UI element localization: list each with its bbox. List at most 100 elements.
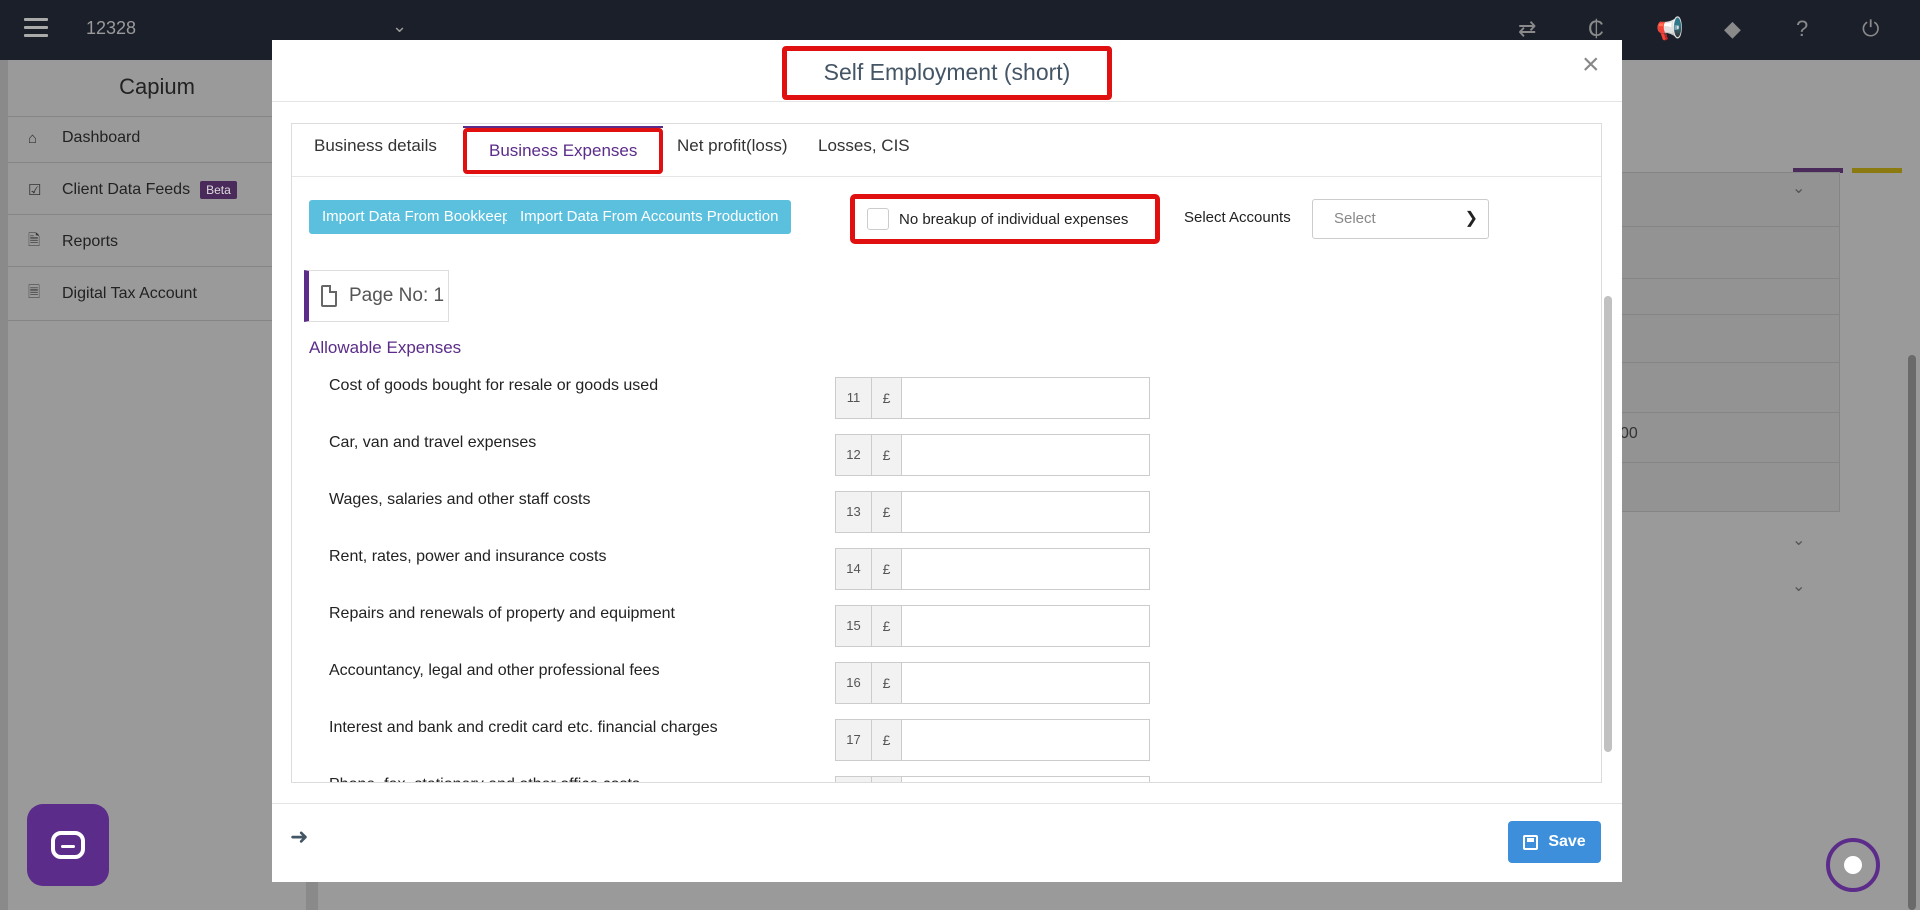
sidebar-item-dashboard[interactable]: ⌂ Dashboard [28,118,140,158]
support-widget-icon[interactable] [1826,838,1880,892]
page-number-badge: Page No: 1 [304,270,449,322]
capium-icon[interactable]: ₵ [1588,16,1604,42]
home-icon: ⌂ [28,129,38,147]
select-accounts-label: Select Accounts [1184,209,1291,226]
sidebar-item-client-data-feeds[interactable]: ☑ Client Data Feeds Beta [28,170,237,210]
save-label: Save [1548,833,1586,850]
tabs-container: Business details Business Expenses Net p… [291,123,1612,783]
expense-label: Car, van and travel expenses [329,434,537,451]
document-icon: 🗎 [28,231,41,249]
currency-symbol: £ [871,491,902,533]
currency-symbol: £ [871,377,902,419]
expense-label: Interest and bank and credit card etc. f… [329,719,718,736]
business-expenses-panel: Import Data From Bookkeeping Import Data… [292,176,1601,782]
divider [8,320,306,321]
page-scrollbar[interactable] [1908,355,1916,910]
expense-row: Rent, rates, power and insurance costs 14… [292,548,1292,590]
box-number: 14 [835,548,872,590]
select-placeholder: Select [1334,210,1376,227]
close-icon[interactable]: × [1582,48,1600,82]
select-accounts-dropdown[interactable]: Select ❯ [1312,199,1489,239]
expense-amount-input[interactable] [901,605,1150,647]
chat-bubble-icon [51,831,85,859]
floppy-disk-icon [1523,834,1539,850]
document-icon [321,285,337,307]
power-icon[interactable]: ⏻ [1862,16,1879,42]
no-breakup-option[interactable]: No breakup of individual expenses [850,194,1160,244]
divider [8,214,306,215]
expense-label: Repairs and renewals of property and equ… [329,605,675,622]
divider [272,803,1622,804]
expense-row: Wages, salaries and other staff costs 13 £ [292,491,1292,533]
content-scrollbar[interactable] [1604,296,1612,752]
expense-row: Interest and bank and credit card etc. f… [292,719,1292,761]
client-selector-value[interactable]: 12328 [86,18,136,39]
self-employment-modal: Self Employment (short) × Business detai… [272,40,1622,882]
sidebar-item-digital-tax-account[interactable]: 🗏 Digital Tax Account [28,274,197,314]
beta-badge: Beta [200,181,237,199]
section-title: Allowable Expenses [309,338,462,357]
expense-amount-input[interactable] [901,776,1150,782]
divider [8,162,306,163]
expense-label: Cost of goods bought for resale or goods… [329,377,659,394]
expense-amount-input[interactable] [901,662,1150,704]
box-number: 11 [835,377,872,419]
box-number [835,776,872,782]
back-arrow-icon[interactable]: ➜ [290,824,308,850]
tab-net-profit-loss[interactable]: Net profit(loss) [655,124,810,168]
expense-row: Cost of goods bought for resale or goods… [292,377,1292,419]
currency-symbol [871,776,902,782]
ticket-icon[interactable]: ◆ [1724,16,1741,42]
expense-row: Repairs and renewals of property and equ… [292,605,1292,647]
no-breakup-checkbox[interactable] [867,208,889,230]
expense-label: Rent, rates, power and insurance costs [329,548,607,565]
currency-symbol: £ [871,605,902,647]
help-icon[interactable]: ? [1796,16,1808,42]
tab-business-details[interactable]: Business details [292,124,459,168]
chevron-down-icon[interactable]: ⌄ [1792,530,1805,550]
transfer-icon[interactable]: ⇄ [1518,16,1536,42]
chevron-down-icon[interactable]: ⌄ [392,16,407,37]
currency-symbol: £ [871,434,902,476]
megaphone-icon[interactable]: 📢 [1656,16,1683,42]
expense-amount-input[interactable] [901,548,1150,590]
tab-indicator-yellow [1852,168,1902,173]
chevron-down-icon[interactable]: ⌄ [1792,178,1805,198]
expense-amount-input[interactable] [901,434,1150,476]
page-number-label: Page No: 1 [349,285,445,306]
box-number: 12 [835,434,872,476]
box-number: 16 [835,662,872,704]
import-accounts-production-button[interactable]: Import Data From Accounts Production [507,200,792,234]
chevron-down-icon[interactable]: ⌄ [1792,576,1805,596]
no-breakup-label: No breakup of individual expenses [899,210,1129,228]
divider [8,116,306,117]
expense-amount-input[interactable] [901,719,1150,761]
chat-button[interactable] [27,804,109,886]
box-number: 15 [835,605,872,647]
brand-name: Capium [119,74,195,99]
sidebar-item-label: Digital Tax Account [62,285,197,302]
expense-label: Phone, fax, stationery and other office … [329,776,640,782]
expense-amount-input[interactable] [901,491,1150,533]
hamburger-menu-icon[interactable] [24,18,48,38]
expense-label: Accountancy, legal and other professiona… [329,662,660,679]
expense-row: Car, van and travel expenses 12 £ [292,434,1292,476]
sidebar: Capium ⌂ Dashboard ☑ Client Data Feeds B… [8,60,306,910]
currency-symbol: £ [871,662,902,704]
tab-business-expenses[interactable]: Business Expenses [463,126,664,174]
modal-header: Self Employment (short) × [272,40,1622,102]
sidebar-item-label: Client Data Feeds [62,181,191,198]
expense-amount-input[interactable] [901,377,1150,419]
checkbox-icon: ☑ [28,182,42,199]
box-number: 17 [835,719,872,761]
file-text-icon: 🗏 [28,283,41,301]
tab-losses-cis[interactable]: Losses, CIS [796,124,932,168]
sidebar-item-reports[interactable]: 🗎 Reports [28,222,118,262]
currency-symbol: £ [871,719,902,761]
box-number: 13 [835,491,872,533]
expense-label: Wages, salaries and other staff costs [329,491,591,508]
divider [8,266,306,267]
background-value: 00 [1620,425,1638,442]
save-button[interactable]: Save [1508,821,1601,863]
sidebar-item-label: Reports [62,233,119,250]
